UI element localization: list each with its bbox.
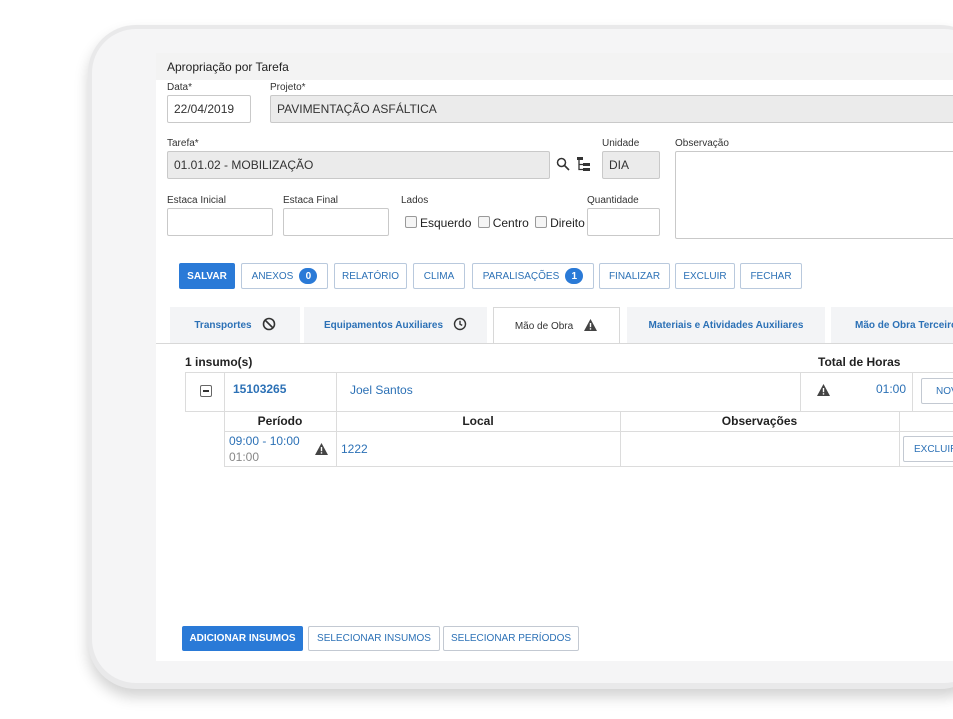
unidade-field: DIA: [602, 151, 660, 179]
insumo-row: [185, 372, 953, 412]
selecionar-insumos-button[interactable]: SELECIONAR INSUMOS: [308, 626, 440, 651]
warning-icon: [583, 318, 598, 335]
ban-icon: [262, 317, 276, 334]
row-divider: [912, 372, 913, 412]
local-header: Local: [462, 414, 494, 428]
estaca-final-field[interactable]: [283, 208, 389, 236]
tarefa-label: Tarefa*: [167, 138, 199, 149]
estaca-inicial-label: Estaca Inicial: [167, 195, 226, 206]
insumos-count: 1 insumo(s): [185, 355, 253, 369]
checkbox-centro-label: Centro: [492, 216, 529, 230]
quantidade-label: Quantidade: [587, 195, 639, 206]
collapse-icon[interactable]: [200, 385, 212, 397]
row-bottom-border: [224, 466, 953, 467]
adicionar-insumos-button[interactable]: ADICIONAR INSUMOS: [182, 626, 303, 651]
checkbox-direito[interactable]: Direito: [535, 216, 585, 230]
checkbox-box[interactable]: [477, 216, 490, 228]
data-label: Data*: [167, 82, 193, 93]
form-title: Apropriação por Tarefa: [167, 60, 289, 74]
selecionar-periodos-button[interactable]: SELECIONAR PERÍODOS: [443, 626, 579, 651]
app-screen: Apropriação por Tarefa Data* 22/04/2019 …: [156, 53, 953, 661]
tab-transportes-label: Transportes: [194, 319, 252, 331]
unidade-label: Unidade: [602, 138, 640, 149]
tab-materiais-label: Materiais e Atividades Auxiliares: [648, 319, 804, 331]
tab-equipamentos[interactable]: Equipamentos Auxiliares: [304, 307, 487, 343]
salvar-button[interactable]: SALVAR: [179, 263, 235, 289]
paralisacoes-button[interactable]: PARALISAÇÕES 1: [472, 263, 594, 289]
tarefa-field[interactable]: 01.01.02 - MOBILIZAÇÃO: [167, 151, 550, 179]
lados-label: Lados: [401, 195, 429, 206]
fechar-button[interactable]: FECHAR: [740, 263, 802, 289]
periodo-header: Período: [257, 414, 303, 428]
insumo-total: 01:00: [876, 382, 907, 396]
checkbox-box[interactable]: [535, 216, 548, 228]
warning-icon: [314, 442, 329, 461]
paralisacoes-badge: 1: [565, 268, 584, 284]
relatorio-label: RELATÓRIO: [341, 270, 400, 282]
row-divider: [336, 372, 337, 412]
observacao-label: Observação: [675, 138, 729, 149]
col-divider: [899, 411, 900, 467]
estaca-final-label: Estaca Final: [283, 195, 339, 206]
excluir-label: EXCLUIR: [683, 270, 727, 282]
checkbox-box[interactable]: [405, 216, 417, 228]
tree-icon[interactable]: [576, 156, 592, 172]
lados-group: Esquerdo Centro Direito: [405, 216, 585, 230]
excluir-button[interactable]: EXCLUIR: [675, 263, 735, 289]
row-divider: [224, 372, 225, 412]
data-field[interactable]: 22/04/2019: [167, 95, 251, 123]
clima-button[interactable]: CLIMA: [413, 263, 465, 289]
period-local[interactable]: 1222: [341, 442, 368, 456]
warning-icon: [816, 383, 831, 402]
row-divider: [800, 372, 801, 412]
estaca-inicial-field[interactable]: [167, 208, 273, 236]
tab-mao-de-obra-label: Mão de Obra: [514, 320, 574, 332]
relatorio-button[interactable]: RELATÓRIO: [334, 263, 407, 289]
search-icon[interactable]: [556, 157, 570, 171]
anexos-button[interactable]: ANEXOS 0: [241, 263, 328, 289]
clock-icon: [453, 317, 467, 334]
tab-materiais[interactable]: Materiais e Atividades Auxiliares: [627, 307, 825, 343]
anexos-badge: 0: [299, 268, 318, 284]
tab-bar: Transportes Equipamentos Auxiliares Mão …: [156, 307, 953, 344]
insumo-code[interactable]: 15103265: [233, 382, 286, 396]
checkbox-esquerdo-label: Esquerdo: [420, 216, 472, 230]
projeto-label: Projeto*: [270, 82, 306, 93]
clima-label: CLIMA: [423, 270, 455, 282]
finalizar-button[interactable]: FINALIZAR: [599, 263, 670, 289]
fechar-label: FECHAR: [750, 270, 792, 282]
salvar-label: SALVAR: [187, 270, 227, 282]
novo-button[interactable]: NOVO: [921, 378, 953, 404]
paralisacoes-label: PARALISAÇÕES: [482, 270, 560, 282]
checkbox-centro[interactable]: Centro: [477, 216, 529, 230]
finalizar-label: FINALIZAR: [608, 270, 661, 282]
tab-mao-de-obra-terceiro[interactable]: Mão de Obra Terceiro: [831, 307, 953, 343]
anexos-label: ANEXOS: [251, 270, 294, 282]
tab-mao-de-obra[interactable]: Mão de Obra: [493, 307, 620, 344]
tab-transportes[interactable]: Transportes: [170, 307, 300, 343]
observacoes-header: Observações: [721, 414, 798, 428]
period-duration: 01:00: [229, 450, 260, 464]
period-range[interactable]: 09:00 - 10:00: [229, 434, 300, 448]
quantidade-field[interactable]: [587, 208, 660, 236]
total-horas-label: Total de Horas: [818, 355, 901, 369]
checkbox-direito-label: Direito: [550, 216, 585, 230]
tab-mao-de-obra-terceiro-label: Mão de Obra Terceiro: [855, 319, 953, 331]
period-excluir-button[interactable]: EXCLUIR: [903, 436, 953, 462]
tab-equipamentos-label: Equipamentos Auxiliares: [323, 319, 444, 331]
checkbox-esquerdo[interactable]: Esquerdo: [405, 216, 471, 230]
insumo-name[interactable]: Joel Santos: [350, 383, 413, 397]
observacao-textarea[interactable]: [675, 151, 953, 239]
col-divider: [224, 431, 225, 467]
tab-divider: [156, 343, 953, 344]
projeto-field[interactable]: PAVIMENTAÇÃO ASFÁLTICA: [270, 95, 953, 123]
